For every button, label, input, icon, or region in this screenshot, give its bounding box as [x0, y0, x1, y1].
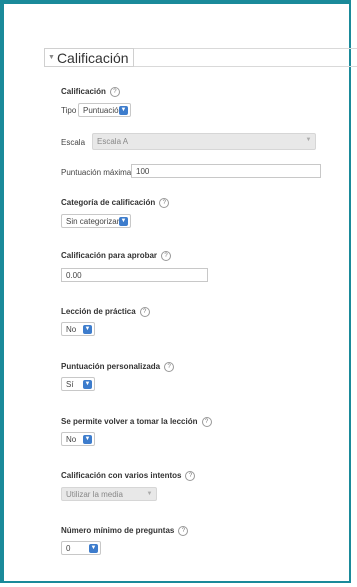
- category-select-value: Sin categorizar: [66, 216, 120, 226]
- chevron-down-icon: ▼: [83, 435, 92, 444]
- help-icon[interactable]: ?: [201, 417, 212, 427]
- practice-label-text: Lección de práctica: [61, 307, 136, 317]
- scale-select-value: Escala A: [97, 137, 129, 146]
- max-grade-value: 100: [136, 166, 150, 176]
- category-label: Categoría de calificación?: [61, 198, 170, 208]
- max-grade-label: Puntuación máxima: [61, 168, 132, 177]
- category-label-text: Categoría de calificación: [61, 198, 156, 208]
- scale-select[interactable]: Escala A ▼: [92, 133, 316, 150]
- pass-grade-label-text: Calificación para aprobar: [61, 251, 158, 261]
- pass-grade-label: Calificación para aprobar?: [61, 251, 172, 261]
- type-select-value: Puntuación: [83, 105, 124, 115]
- multiple-attempts-label-text: Calificación con varios intentos: [61, 471, 182, 481]
- multiple-attempts-label: Calificación con varios intentos?: [61, 471, 196, 481]
- retake-select-value: No: [66, 434, 77, 444]
- help-icon[interactable]: ?: [178, 526, 189, 536]
- min-questions-label-text: Número mínimo de preguntas: [61, 526, 175, 536]
- type-select[interactable]: Puntuación ▼: [78, 103, 131, 117]
- retake-label: Se permite volver a tomar la lección?: [61, 417, 212, 427]
- help-icon[interactable]: ?: [161, 251, 172, 261]
- multiple-attempts-select-value: Utilizar la media: [66, 489, 123, 499]
- grade-label-text: Calificación: [61, 87, 106, 97]
- chevron-down-icon: ▼: [119, 217, 128, 226]
- category-select[interactable]: Sin categorizar ▼: [61, 214, 131, 228]
- min-questions-label: Número mínimo de preguntas?: [61, 526, 189, 536]
- multiple-attempts-select[interactable]: Utilizar la media ▼: [61, 487, 157, 501]
- pass-grade-value: 0.00: [66, 270, 82, 280]
- practice-label: Lección de práctica?: [61, 307, 150, 317]
- chevron-down-icon: ▼: [305, 137, 312, 143]
- triangle-down-icon: ▼: [48, 54, 55, 61]
- help-icon[interactable]: ?: [185, 471, 196, 481]
- min-questions-select[interactable]: 0 ▼: [61, 541, 101, 555]
- chevron-down-icon: ▼: [83, 325, 92, 334]
- help-icon[interactable]: ?: [159, 198, 170, 208]
- chevron-down-icon: ▼: [89, 544, 98, 553]
- max-grade-input[interactable]: 100: [131, 164, 321, 178]
- section-toggle[interactable]: ▼ Calificación: [44, 48, 134, 67]
- help-icon[interactable]: ?: [164, 362, 175, 372]
- custom-score-label-text: Puntuación personalizada: [61, 362, 161, 372]
- chevron-down-icon: ▼: [146, 491, 153, 497]
- practice-select[interactable]: No ▼: [61, 322, 95, 336]
- custom-score-select-value: Sí: [66, 379, 74, 389]
- help-icon[interactable]: ?: [109, 87, 120, 97]
- pass-grade-input[interactable]: 0.00: [61, 268, 208, 282]
- retake-select[interactable]: No ▼: [61, 432, 95, 446]
- min-questions-select-value: 0: [66, 543, 71, 553]
- chevron-down-icon: ▼: [119, 106, 128, 115]
- custom-score-label: Puntuación personalizada?: [61, 362, 175, 372]
- practice-select-value: No: [66, 324, 77, 334]
- type-label: Tipo: [61, 106, 77, 115]
- retake-label-text: Se permite volver a tomar la lección: [61, 417, 198, 427]
- panel-frame: [0, 0, 351, 583]
- grade-label: Calificación?: [61, 87, 120, 97]
- section-title: Calificación: [56, 49, 129, 66]
- custom-score-select[interactable]: Sí ▼: [61, 377, 95, 391]
- scale-label: Escala: [61, 138, 86, 147]
- help-icon[interactable]: ?: [139, 307, 150, 317]
- chevron-down-icon: ▼: [83, 380, 92, 389]
